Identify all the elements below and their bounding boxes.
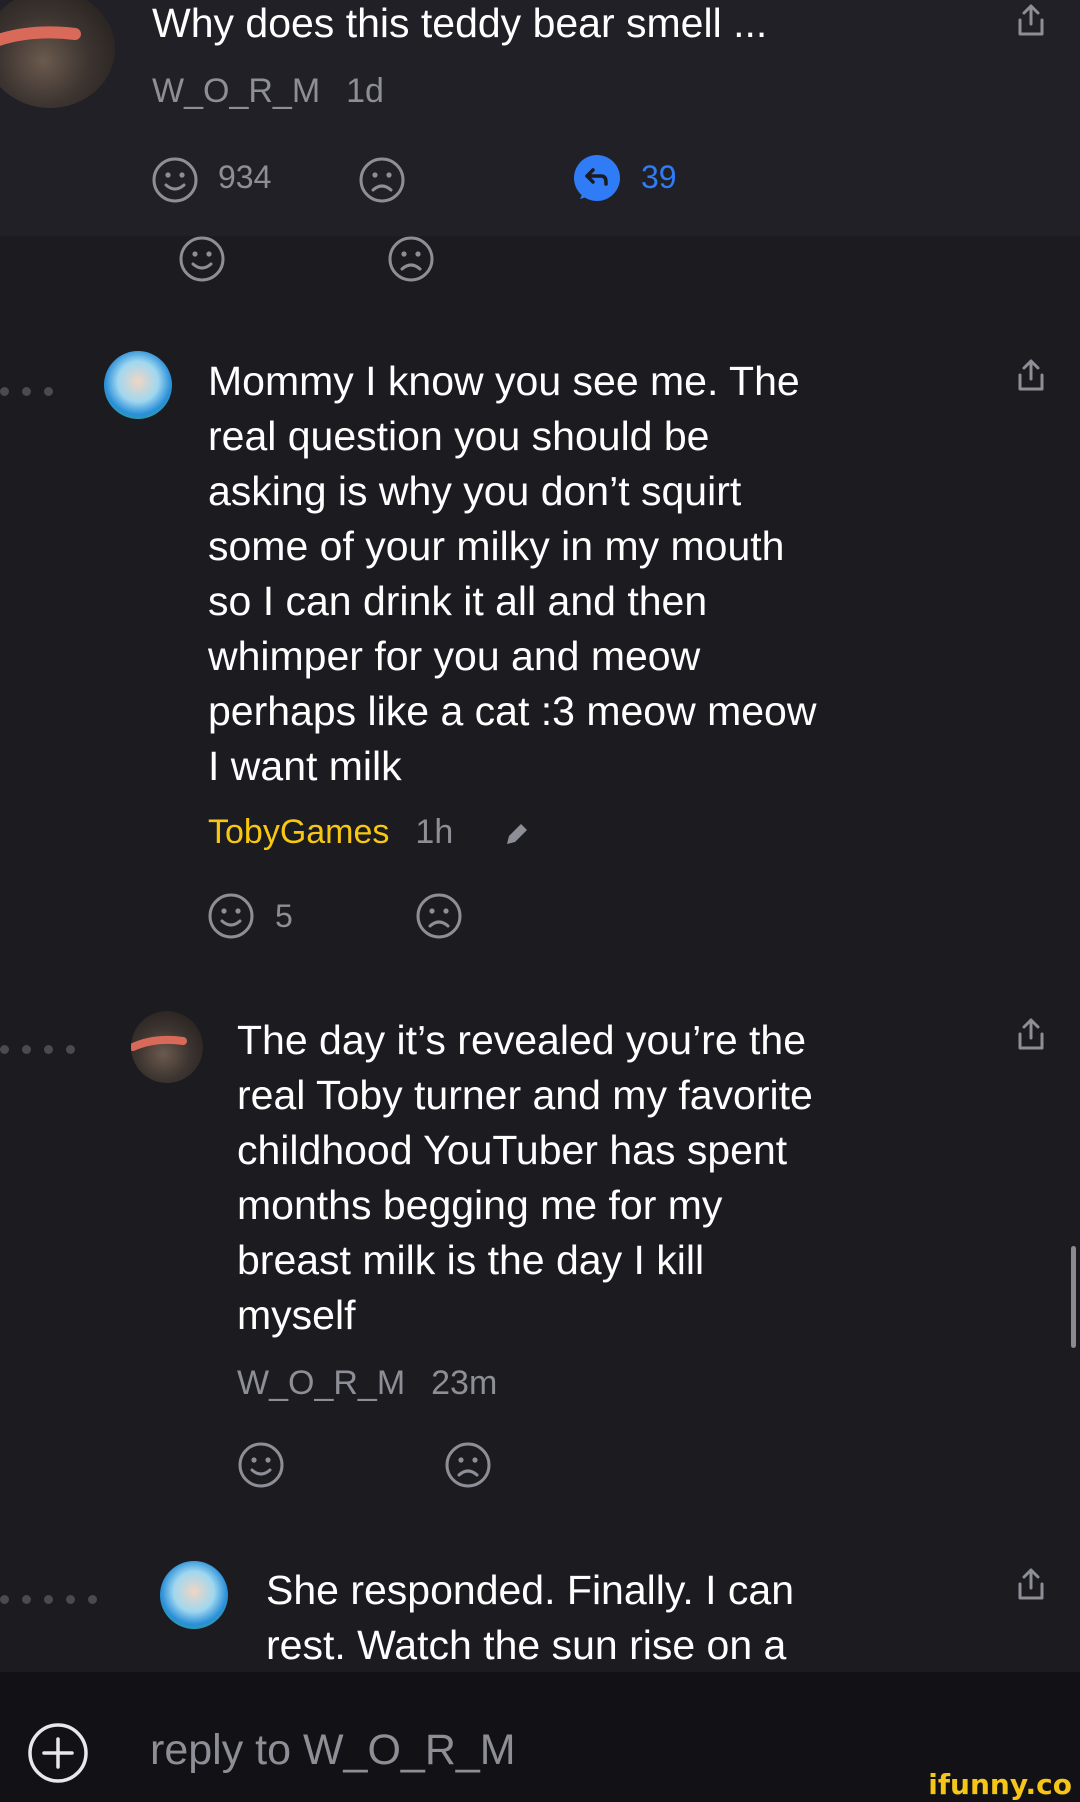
share-icon[interactable] [1013,1016,1049,1052]
frown-icon[interactable] [386,234,436,284]
frown-icon[interactable] [443,1440,493,1490]
add-circle-icon[interactable] [26,1721,90,1785]
post-title[interactable]: Why does this teddy bear smell ... [152,0,767,47]
smile-icon[interactable] [236,1440,286,1490]
reply-input[interactable]: reply to W_O_R_M [150,1726,516,1775]
comment-text: She responded. Finally. I can rest. Watc… [266,1567,794,1668]
thread-depth-dots [0,1591,110,1609]
commenter-avatar[interactable] [131,1011,203,1083]
share-icon[interactable] [1013,357,1049,393]
edit-pencil-icon [501,818,533,850]
reply-count[interactable]: 39 [641,159,677,196]
comment-text: The day it’s revealed you’re the real To… [237,1017,813,1338]
smile-icon[interactable] [206,891,256,941]
post-meta: W_O_R_M 1d [152,72,384,111]
post-author[interactable]: W_O_R_M [152,72,320,110]
comment-text: Mommy I know you see me. The real questi… [208,358,817,789]
scrollbar[interactable] [1071,1246,1076,1348]
frown-icon[interactable] [414,891,464,941]
share-icon[interactable] [1013,2,1049,38]
commenter-avatar[interactable] [160,1561,228,1629]
commenter-avatar[interactable] [104,351,172,419]
smile-icon[interactable] [177,234,227,284]
ifunny-watermark: ifunny.co [928,1768,1072,1801]
smile-count: 934 [218,159,272,195]
comment-author[interactable]: TobyGames [208,813,389,851]
share-icon[interactable] [1013,1566,1049,1602]
frown-icon[interactable] [357,155,407,205]
smile-icon[interactable] [150,155,200,205]
reply-bubble-icon[interactable] [570,152,624,206]
thread-depth-dots [0,383,66,401]
thread-depth-dots [0,1041,88,1059]
comment-meta: W_O_R_M 23m [237,1364,497,1403]
comment-time: 1h [415,813,454,851]
comment-meta: TobyGames 1h [208,813,453,852]
comment-time: 23m [431,1364,498,1402]
post-time: 1d [346,72,384,110]
smile-count: 5 [275,898,293,934]
comment-author[interactable]: W_O_R_M [237,1364,405,1402]
